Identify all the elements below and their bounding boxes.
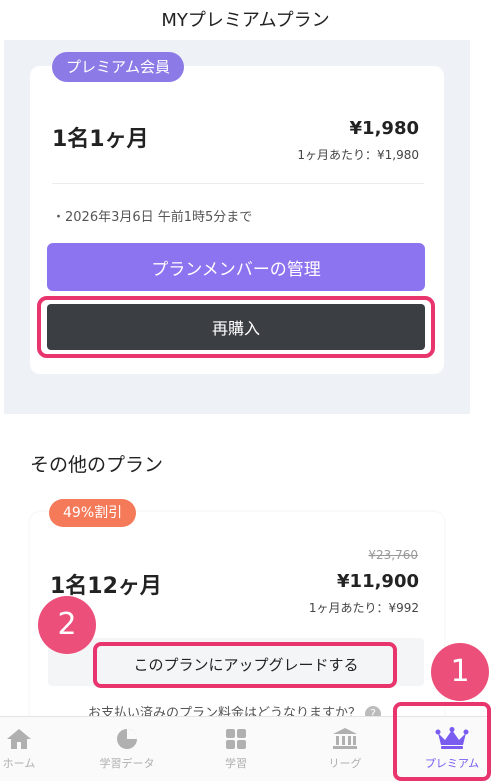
- tab-label: 学習データ: [99, 757, 155, 770]
- plan-price: ¥11,900: [337, 571, 419, 592]
- current-plan-name: 1名1ヶ月: [52, 127, 149, 152]
- manage-members-button[interactable]: プランメンバーの管理: [47, 243, 425, 291]
- tab-label: リーグ: [328, 757, 362, 770]
- tab-league[interactable]: リーグ: [296, 727, 394, 771]
- premium-tab-highlight: [393, 702, 491, 781]
- step-2-marker: 2: [38, 596, 96, 654]
- tab-study-data[interactable]: 学習データ: [78, 727, 176, 771]
- home-icon: [7, 729, 31, 749]
- upgrade-highlight: [93, 642, 397, 688]
- divider: [52, 183, 424, 184]
- grid-icon: [226, 729, 246, 749]
- expiry-date: ・2026年3月6日 午前1時5分まで: [52, 210, 253, 225]
- tab-label: ホーム: [2, 757, 36, 770]
- pie-chart-icon: [117, 729, 137, 749]
- tab-label: 学習: [225, 757, 247, 770]
- plan-per-month: 1ヶ月あたり：¥992: [308, 601, 419, 615]
- page-title: MYプレミアムプラン: [161, 10, 330, 31]
- step-1-marker: 1: [431, 643, 489, 701]
- tab-study[interactable]: 学習: [187, 727, 285, 771]
- original-price: ¥23,760: [368, 548, 418, 562]
- other-plans-title: その他のプラン: [30, 454, 164, 476]
- premium-member-badge: プレミアム会員: [52, 52, 184, 82]
- discount-badge: 49%割引: [49, 499, 137, 527]
- rebuy-highlight: [37, 296, 435, 358]
- current-plan-per-month: 1ヶ月あたり：¥1,980: [297, 148, 419, 162]
- current-plan-price: ¥1,980: [349, 118, 419, 139]
- tab-home[interactable]: ホーム: [0, 727, 68, 771]
- bank-icon: [333, 728, 357, 749]
